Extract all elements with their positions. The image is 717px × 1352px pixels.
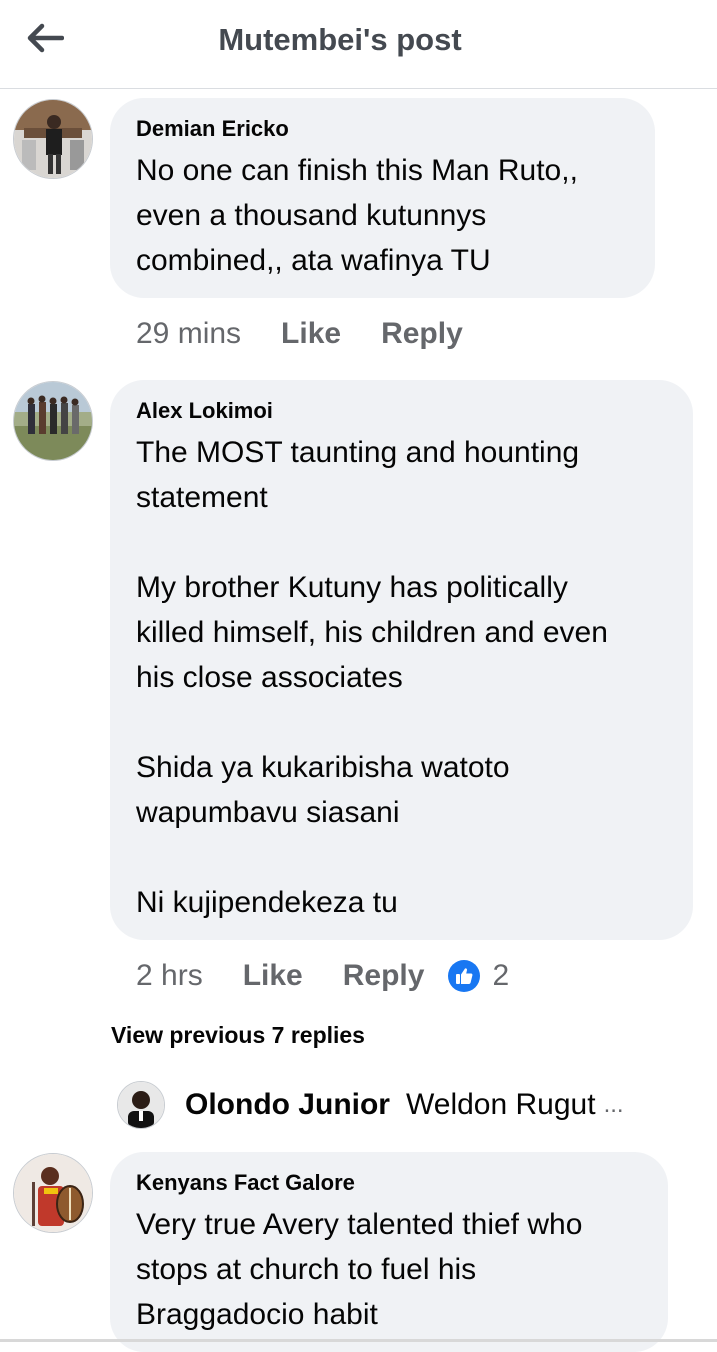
comment-time[interactable]: 29 mins: [136, 317, 241, 351]
comment-author[interactable]: Kenyans Fact Galore: [136, 1170, 642, 1196]
comment-author[interactable]: Demian Ericko: [136, 116, 629, 142]
comment-actions: 29 mins Like Reply: [136, 312, 503, 356]
view-previous-replies-link[interactable]: View previous 7 replies: [111, 1022, 365, 1049]
comment-actions: 2 hrs Like Reply 2: [136, 954, 509, 998]
comment-time[interactable]: 2 hrs: [136, 959, 203, 993]
like-button[interactable]: Like: [281, 317, 341, 351]
page-title: Mutembei's post: [218, 22, 462, 57]
comment-author[interactable]: Alex Lokimoi: [136, 398, 667, 424]
avatar[interactable]: [13, 1153, 93, 1233]
profile-photo: [14, 100, 92, 178]
comment-text: Very true Avery talented thief who stops…: [136, 1208, 583, 1331]
reaction-count[interactable]: 2: [492, 959, 509, 993]
profile-photo: [14, 382, 92, 460]
like-button[interactable]: Like: [243, 959, 303, 993]
reply-button[interactable]: Reply: [381, 317, 463, 351]
reply-button[interactable]: Reply: [343, 959, 425, 993]
avatar[interactable]: [117, 1081, 165, 1129]
reply-ellipsis: ...: [603, 1091, 624, 1118]
avatar[interactable]: [13, 99, 93, 179]
profile-photo: [14, 1154, 92, 1232]
like-thumb-icon[interactable]: [448, 960, 481, 992]
reply-text: Weldon Rugut: [405, 1088, 596, 1121]
comment-bubble: Demian Ericko No one can finish this Man…: [110, 98, 655, 298]
reply-preview[interactable]: Olondo Junior Weldon Rugut ...: [117, 1080, 624, 1130]
avatar[interactable]: [13, 381, 93, 461]
comment-text: No one can finish this Man Ruto,, even a…: [136, 154, 578, 277]
comment-bubble: Kenyans Fact Galore Very true Avery tale…: [110, 1152, 668, 1352]
top-bar: Mutembei's post: [0, 0, 717, 89]
reply-author[interactable]: Olondo Junior: [185, 1088, 390, 1122]
profile-photo: [118, 1082, 164, 1128]
comment-text: The MOST taunting and hounting statement…: [136, 436, 608, 919]
comment-bubble: Alex Lokimoi The MOST taunting and hount…: [110, 380, 693, 940]
